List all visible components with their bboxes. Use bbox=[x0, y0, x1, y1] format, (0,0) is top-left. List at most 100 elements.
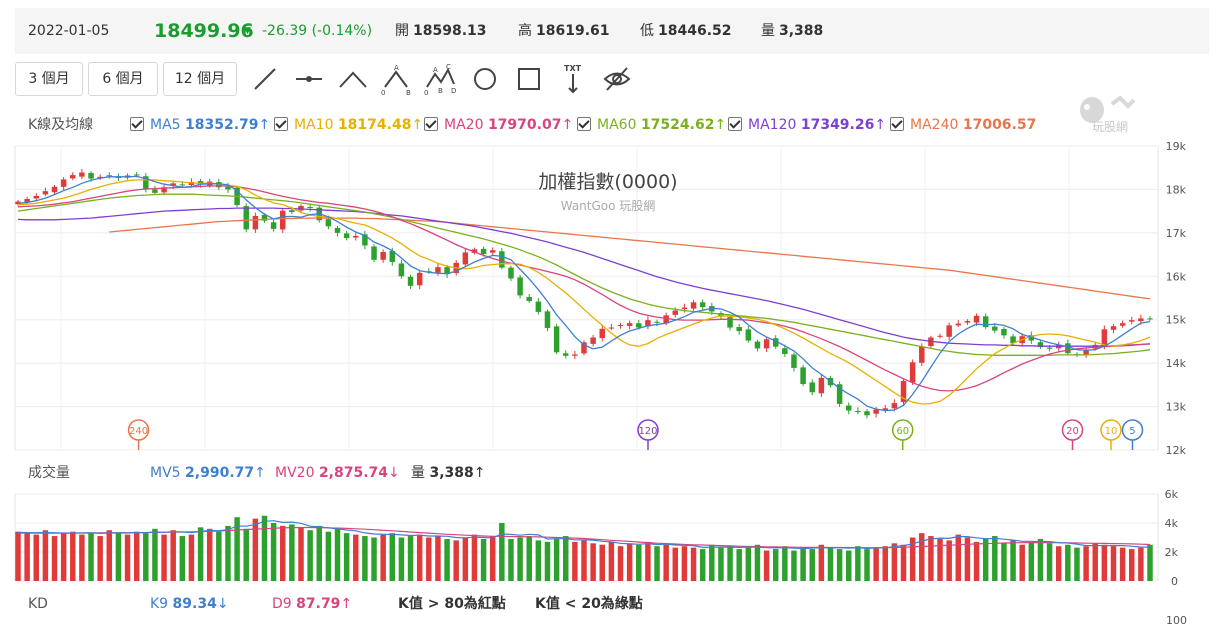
volume-bar bbox=[1138, 547, 1144, 581]
volume-bar bbox=[955, 534, 962, 581]
volume-tick-label: 6k bbox=[1165, 488, 1179, 501]
abcd-label-c: C bbox=[446, 63, 451, 71]
main-panel-label: K線及均線 bbox=[28, 117, 94, 133]
volume-bar bbox=[133, 531, 140, 581]
ma60-toggle[interactable]: MA60 17524.62↑ bbox=[577, 116, 726, 134]
checkbox-icon[interactable] bbox=[424, 117, 438, 131]
horizontal-line-icon[interactable] bbox=[291, 62, 327, 96]
abcd-label-a: A bbox=[433, 66, 438, 74]
candle bbox=[307, 204, 313, 212]
checkbox-icon[interactable] bbox=[274, 117, 288, 131]
ma10-value: 18174.48 bbox=[337, 117, 412, 133]
line-tool-icon[interactable] bbox=[247, 62, 283, 96]
candle bbox=[864, 409, 870, 419]
candle bbox=[745, 325, 752, 343]
volume-bar bbox=[709, 544, 715, 581]
volume-bar bbox=[1055, 546, 1062, 581]
volume-bar bbox=[636, 544, 642, 581]
text-tool-label: TXT bbox=[564, 64, 582, 73]
ma10-line bbox=[17, 179, 1151, 405]
ma10-toggle[interactable]: MA10 18174.48↑ bbox=[274, 116, 423, 134]
d9-value: 87.79 bbox=[296, 596, 341, 612]
volume-bar bbox=[663, 544, 669, 581]
candle bbox=[1119, 320, 1126, 328]
candle bbox=[763, 336, 770, 353]
ma60-name: MA60 bbox=[597, 117, 637, 133]
volume-bar bbox=[654, 546, 660, 581]
volume-bar bbox=[42, 530, 49, 581]
volume-bar bbox=[1083, 546, 1089, 581]
volume-y-axis: 6k 4k 2k 0 bbox=[1165, 488, 1179, 588]
volume-bar bbox=[599, 544, 605, 581]
checkbox-icon[interactable] bbox=[130, 117, 144, 131]
candle bbox=[727, 314, 733, 331]
quote-change: -26.39 (-0.14%) bbox=[262, 23, 373, 39]
period-12m-button[interactable]: 12 個月 bbox=[163, 62, 237, 96]
checkbox-icon[interactable] bbox=[728, 117, 742, 131]
vol-value: 3,388 bbox=[429, 465, 474, 481]
volume-bar bbox=[416, 534, 423, 581]
checkbox-icon[interactable] bbox=[577, 117, 591, 131]
ma20-name: MA20 bbox=[444, 117, 484, 133]
volume-bar bbox=[526, 536, 532, 581]
volume-bar bbox=[846, 550, 852, 581]
volume-bar bbox=[334, 528, 341, 581]
candle bbox=[489, 247, 496, 256]
open-label: 開 bbox=[395, 23, 409, 39]
volume-bar bbox=[900, 544, 907, 581]
volume-bar bbox=[836, 549, 843, 581]
volume-bar bbox=[928, 536, 934, 581]
hide-icon[interactable] bbox=[599, 62, 635, 96]
candle bbox=[1129, 316, 1135, 325]
ma20-value: 17970.07 bbox=[487, 117, 562, 133]
period-6m-button[interactable]: 6 個月 bbox=[88, 62, 158, 96]
ma20-toggle[interactable]: MA20 17970.07↑ bbox=[424, 116, 573, 134]
text-tool-icon[interactable]: TXT bbox=[555, 62, 591, 96]
d9-name: D9 bbox=[272, 596, 292, 612]
candle bbox=[937, 333, 943, 339]
volume-bar bbox=[88, 533, 94, 581]
candle bbox=[699, 299, 706, 310]
candle bbox=[946, 322, 952, 341]
volume-panel-label: 成交量 bbox=[28, 465, 70, 481]
angle-icon[interactable] bbox=[335, 62, 371, 96]
ma120-name: MA120 bbox=[748, 117, 797, 133]
mv20-item: MV20 2,875.74↓ bbox=[275, 464, 400, 482]
candle bbox=[982, 313, 989, 329]
ma120-toggle[interactable]: MA120 17349.26↑ bbox=[728, 116, 886, 134]
volume-bar bbox=[407, 536, 414, 581]
candle bbox=[334, 225, 341, 237]
volume-bar bbox=[444, 538, 450, 581]
abc-pattern-icon[interactable]: A 0 B bbox=[379, 62, 415, 97]
volume-bar bbox=[1110, 546, 1117, 581]
svg-text:5: 5 bbox=[1129, 426, 1135, 437]
circle-icon[interactable] bbox=[467, 62, 503, 96]
volume-bar bbox=[270, 523, 277, 581]
ma240-toggle[interactable]: MA240 17006.57 bbox=[890, 116, 1036, 134]
checkbox-icon[interactable] bbox=[890, 117, 904, 131]
volume-bar bbox=[115, 533, 122, 581]
candle bbox=[590, 334, 596, 347]
candle bbox=[60, 177, 67, 191]
rectangle-icon[interactable] bbox=[511, 62, 547, 96]
volume-bar bbox=[563, 536, 569, 581]
volume-bar bbox=[24, 533, 30, 581]
ma-marker-20: 20 bbox=[1061, 419, 1084, 450]
volume-bar bbox=[426, 537, 432, 581]
ma5-toggle[interactable]: MA5 18352.79↑ bbox=[130, 116, 270, 134]
logo-text: 玩股網 bbox=[1092, 120, 1129, 134]
period-3m-button[interactable]: 3 個月 bbox=[15, 62, 83, 96]
ma120-value: 17349.26 bbox=[800, 117, 875, 133]
volume-bar bbox=[946, 540, 952, 581]
volume-bar bbox=[60, 533, 67, 581]
volume-bar bbox=[499, 523, 505, 581]
candle bbox=[70, 172, 76, 181]
abcd-pattern-icon[interactable]: A C 0 B D bbox=[423, 62, 459, 97]
volume-tick-label: 4k bbox=[1165, 517, 1179, 530]
candlestick-chart[interactable]: 19k 18k 17k 16k 15k 14k 13k 12k 240 120 60 20 10 5 加… bbox=[0, 140, 1217, 455]
volume-chart[interactable]: 6k 4k 2k 0 bbox=[0, 484, 1217, 590]
volume-bar bbox=[243, 528, 249, 581]
candle bbox=[517, 275, 523, 299]
y-tick-label: 16k bbox=[1166, 270, 1187, 283]
ma120-arrow: ↑ bbox=[874, 117, 887, 133]
